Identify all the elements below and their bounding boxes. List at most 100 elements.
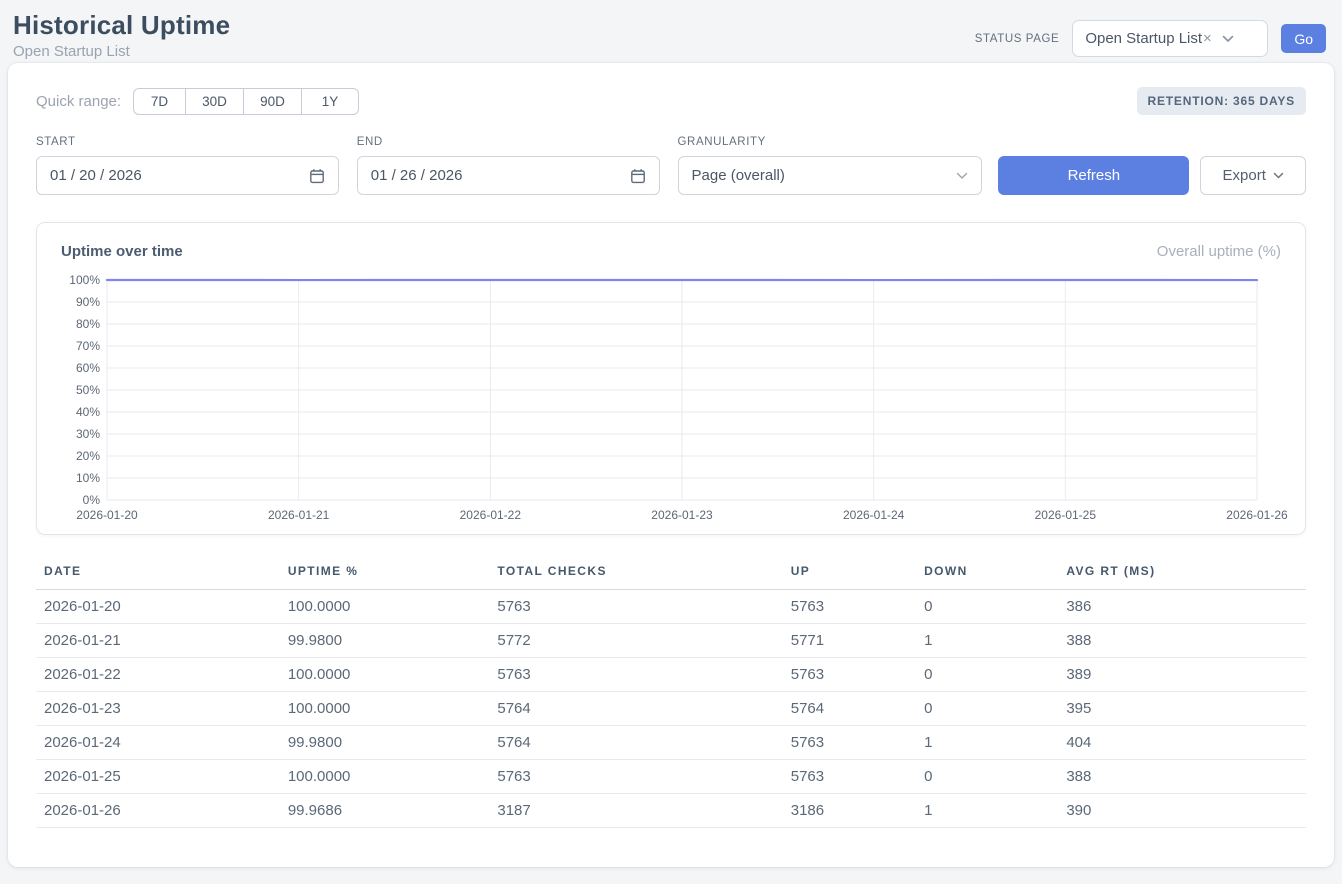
uptime-chart: 0%10%20%30%40%50%60%70%80%90%100%2026-01…: [61, 270, 1281, 524]
svg-text:70%: 70%: [76, 339, 100, 353]
start-date-field: START 01 / 20 / 2026: [36, 136, 339, 195]
quick-range-label: Quick range:: [36, 93, 121, 110]
status-page-select-value: Open Startup List: [1085, 30, 1202, 47]
quick-range-button-90d[interactable]: 90D: [243, 88, 301, 115]
table-cell: 5763: [783, 726, 916, 760]
start-date-label: START: [36, 136, 339, 148]
table-row: 2026-01-2699.9686318731861390: [36, 794, 1306, 828]
granularity-field: GRANULARITY Page (overall): [678, 136, 983, 195]
svg-text:2026-01-26: 2026-01-26: [1226, 508, 1288, 522]
table-cell: 2026-01-20: [36, 590, 280, 624]
table-cell: 5763: [783, 658, 916, 692]
table-cell: 5763: [783, 760, 916, 794]
uptime-chart-card: Uptime over time Overall uptime (%) 0%10…: [36, 222, 1306, 535]
table-cell: 2026-01-22: [36, 658, 280, 692]
svg-text:60%: 60%: [76, 361, 100, 375]
svg-text:50%: 50%: [76, 383, 100, 397]
chevron-down-icon: [1273, 172, 1284, 179]
table-cell: 100.0000: [280, 658, 490, 692]
svg-text:10%: 10%: [76, 471, 100, 485]
table-cell: 99.9800: [280, 726, 490, 760]
table-cell: 404: [1058, 726, 1306, 760]
uptime-table-wrap: DATEUPTIME %TOTAL CHECKSUPDOWNAVG RT (MS…: [36, 558, 1306, 828]
table-cell: 388: [1058, 760, 1306, 794]
table-cell: 2026-01-24: [36, 726, 280, 760]
column-header: UPTIME %: [280, 558, 490, 590]
table-cell: 100.0000: [280, 590, 490, 624]
table-row: 2026-01-20100.0000576357630386: [36, 590, 1306, 624]
start-date-input[interactable]: 01 / 20 / 2026: [36, 156, 339, 195]
go-button[interactable]: Go: [1281, 24, 1326, 53]
page-header-left: Historical Uptime Open Startup List: [13, 10, 230, 60]
quick-range-left: Quick range: 7D30D90D1Y: [36, 88, 359, 115]
table-body: 2026-01-20100.00005763576303862026-01-21…: [36, 590, 1306, 828]
table-row: 2026-01-2199.9800577257711388: [36, 624, 1306, 658]
table-cell: 100.0000: [280, 760, 490, 794]
column-header: DOWN: [916, 558, 1058, 590]
table-cell: 2026-01-26: [36, 794, 280, 828]
table-row: 2026-01-23100.0000576457640395: [36, 692, 1306, 726]
clear-icon[interactable]: ×: [1203, 30, 1212, 47]
quick-range-row: Quick range: 7D30D90D1Y RETENTION: 365 D…: [36, 87, 1306, 115]
quick-range-group: 7D30D90D1Y: [133, 88, 359, 115]
svg-text:100%: 100%: [69, 273, 100, 287]
calendar-icon[interactable]: [309, 168, 325, 184]
table-row: 2026-01-2499.9800576457631404: [36, 726, 1306, 760]
retention-badge: RETENTION: 365 DAYS: [1137, 87, 1306, 115]
page-header-right: STATUS PAGE Open Startup List × Go: [975, 20, 1326, 57]
table-cell: 0: [916, 692, 1058, 726]
table-cell: 5763: [489, 760, 782, 794]
svg-text:20%: 20%: [76, 449, 100, 463]
table-cell: 2026-01-21: [36, 624, 280, 658]
export-button[interactable]: Export: [1200, 156, 1306, 195]
table-cell: 390: [1058, 794, 1306, 828]
table-cell: 388: [1058, 624, 1306, 658]
table-cell: 5772: [489, 624, 782, 658]
page-title: Historical Uptime: [13, 10, 230, 41]
main-panel: Quick range: 7D30D90D1Y RETENTION: 365 D…: [8, 63, 1334, 867]
table-cell: 99.9800: [280, 624, 490, 658]
granularity-select[interactable]: Page (overall): [678, 156, 983, 195]
table-cell: 100.0000: [280, 692, 490, 726]
granularity-label: GRANULARITY: [678, 136, 983, 148]
table-cell: 2026-01-23: [36, 692, 280, 726]
end-date-input[interactable]: 01 / 26 / 2026: [357, 156, 660, 195]
table-row: 2026-01-22100.0000576357630389: [36, 658, 1306, 692]
uptime-table: DATEUPTIME %TOTAL CHECKSUPDOWNAVG RT (MS…: [36, 558, 1306, 828]
table-cell: 1: [916, 794, 1058, 828]
table-cell: 5763: [489, 658, 782, 692]
table-cell: 386: [1058, 590, 1306, 624]
quick-range-button-7d[interactable]: 7D: [133, 88, 185, 115]
status-page-select[interactable]: Open Startup List ×: [1072, 20, 1268, 57]
column-header: UP: [783, 558, 916, 590]
refresh-button[interactable]: Refresh: [998, 156, 1189, 195]
table-cell: 2026-01-25: [36, 760, 280, 794]
chevron-down-icon: [1222, 35, 1234, 43]
chart-legend: Overall uptime (%): [1157, 243, 1281, 260]
table-cell: 5771: [783, 624, 916, 658]
page-header: Historical Uptime Open Startup List STAT…: [0, 0, 1342, 60]
svg-text:40%: 40%: [76, 405, 100, 419]
table-cell: 1: [916, 624, 1058, 658]
svg-text:2026-01-25: 2026-01-25: [1035, 508, 1097, 522]
quick-range-button-1y[interactable]: 1Y: [301, 88, 359, 115]
table-cell: 5764: [783, 692, 916, 726]
chevron-down-icon: [956, 172, 968, 180]
svg-text:2026-01-21: 2026-01-21: [268, 508, 330, 522]
column-header: DATE: [36, 558, 280, 590]
calendar-icon[interactable]: [630, 168, 646, 184]
start-date-value: 01 / 20 / 2026: [50, 167, 142, 184]
filters-row: START 01 / 20 / 2026 END 01 / 26 / 2026 …: [36, 136, 1306, 195]
svg-text:2026-01-20: 2026-01-20: [76, 508, 138, 522]
table-cell: 389: [1058, 658, 1306, 692]
table-cell: 5764: [489, 726, 782, 760]
table-cell: 395: [1058, 692, 1306, 726]
end-date-label: END: [357, 136, 660, 148]
table-cell: 0: [916, 658, 1058, 692]
table-cell: 3186: [783, 794, 916, 828]
quick-range-button-30d[interactable]: 30D: [185, 88, 243, 115]
table-cell: 5764: [489, 692, 782, 726]
chart-header: Uptime over time Overall uptime (%): [61, 243, 1281, 260]
svg-text:30%: 30%: [76, 427, 100, 441]
column-header: AVG RT (MS): [1058, 558, 1306, 590]
